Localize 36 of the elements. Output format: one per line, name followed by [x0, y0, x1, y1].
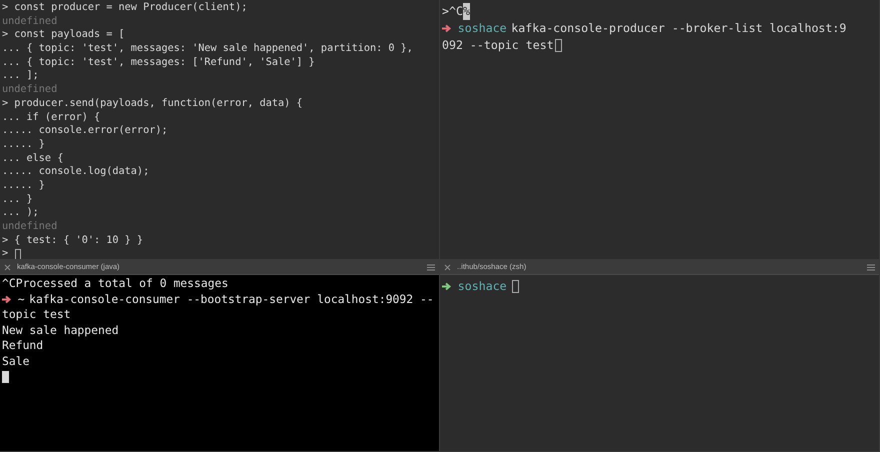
command-text: kafka-console-producer --broker-list localhost:9 [511, 20, 846, 37]
terminal-line: Refund [2, 338, 44, 354]
output-text: undefined [2, 83, 58, 97]
terminal-line: ... ]; [2, 69, 39, 84]
output-text: undefined [2, 14, 58, 28]
terminal-line: ..... console.log(data); [2, 165, 150, 179]
terminal-line: > const payloads = [ [2, 28, 125, 42]
cursor-text: % [462, 3, 470, 20]
terminal-line: > [2, 247, 10, 259]
terminal-line: > const producer = new Producer(client); [2, 1, 248, 15]
prompt-directory: ~ [18, 292, 25, 308]
close-icon [4, 264, 11, 270]
terminal-line: ^CProcessed a total of 0 messages [2, 276, 228, 292]
terminal-line: ..... } [2, 178, 45, 193]
terminal-line: ... { topic: 'test', messages: 'New sale happened', partition: 0 }, [2, 42, 413, 56]
menu-icon [867, 264, 875, 270]
terminal-line: >^C [442, 3, 463, 20]
terminal-line: ... else { [2, 152, 64, 166]
terminal-line: ... if (error) { [2, 110, 100, 124]
terminal-line: ... } [2, 192, 33, 206]
terminal-line: Sale [2, 354, 30, 370]
terminal-line: ..... } [2, 138, 45, 152]
command-text: kafka-console-consumer --bootstrap-server localhost:9092 -- [29, 292, 434, 308]
terminal-line: 092 --topic test [442, 37, 554, 54]
terminal-line: > producer.send(payloads, function(error, data) { [2, 96, 303, 111]
terminal-line: topic test [2, 307, 71, 323]
prompt-directory: soshace [458, 20, 507, 37]
menu-icon [427, 264, 435, 270]
output-text: undefined [2, 220, 58, 234]
prompt-directory: soshace [458, 278, 507, 295]
terminal-line: ... ); [2, 206, 39, 220]
terminal-line: > { test: { '0': 10 } } [2, 234, 144, 248]
close-icon [444, 264, 451, 270]
terminal-line: ... { topic: 'test', messages: ['Refund', 'Sale'] } [2, 56, 315, 70]
terminal-line: ..... console.error(error); [2, 124, 168, 138]
terminal-line: New sale happened [2, 322, 119, 338]
